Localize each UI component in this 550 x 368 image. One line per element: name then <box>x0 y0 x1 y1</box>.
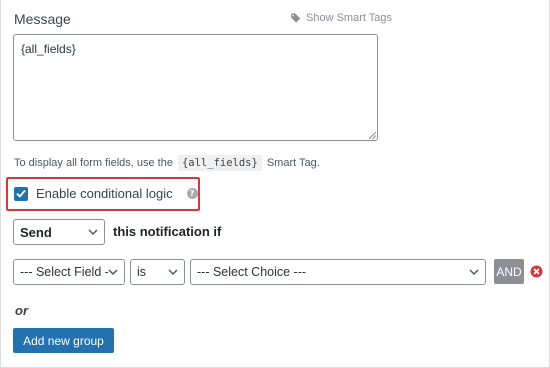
and-rule-button[interactable]: AND <box>494 259 524 284</box>
enable-conditional-logic-label[interactable]: Enable conditional logic <box>36 186 173 201</box>
or-separator: or <box>15 303 28 318</box>
remove-circle-icon[interactable] <box>530 265 543 278</box>
select-choice-dropdown[interactable]: --- Select Choice --- <box>190 259 486 285</box>
send-action-select[interactable]: Send <box>13 219 105 245</box>
show-smart-tags-label: Show Smart Tags <box>306 12 393 24</box>
chevron-down-icon <box>108 268 118 276</box>
checkmark-icon <box>16 189 26 198</box>
operator-dropdown[interactable]: is <box>130 259 185 285</box>
notification-if-text: this notification if <box>113 224 222 239</box>
enable-conditional-logic-checkbox[interactable] <box>14 186 28 201</box>
message-label: Message <box>14 11 71 27</box>
select-field-value: --- Select Field --- <box>20 265 118 279</box>
chevron-down-icon <box>168 269 178 276</box>
operator-value: is <box>137 265 147 279</box>
resize-handle-icon[interactable] <box>368 131 376 139</box>
send-action-value: Send <box>20 224 52 240</box>
smart-tag-help-text: To display all form fields, use the {all… <box>14 155 320 171</box>
all-fields-code: {all_fields} <box>177 155 262 171</box>
show-smart-tags-link[interactable]: Show Smart Tags <box>291 12 392 24</box>
message-textarea[interactable] <box>13 34 378 141</box>
add-new-group-button[interactable]: Add new group <box>13 328 114 353</box>
help-prefix: To display all form fields, use the <box>14 157 173 169</box>
chevron-down-icon <box>469 269 479 276</box>
help-suffix: Smart Tag. <box>266 157 320 169</box>
select-choice-value: --- Select Choice --- <box>197 265 307 279</box>
chevron-down-icon <box>88 229 98 236</box>
question-circle-icon[interactable]: ? <box>186 188 198 199</box>
tag-icon <box>291 13 301 23</box>
conditional-logic-row: Enable conditional logic ? <box>14 186 198 201</box>
select-field-dropdown[interactable]: --- Select Field --- <box>13 259 125 285</box>
notification-settings-panel: Message Show Smart Tags To display all f… <box>0 0 550 368</box>
